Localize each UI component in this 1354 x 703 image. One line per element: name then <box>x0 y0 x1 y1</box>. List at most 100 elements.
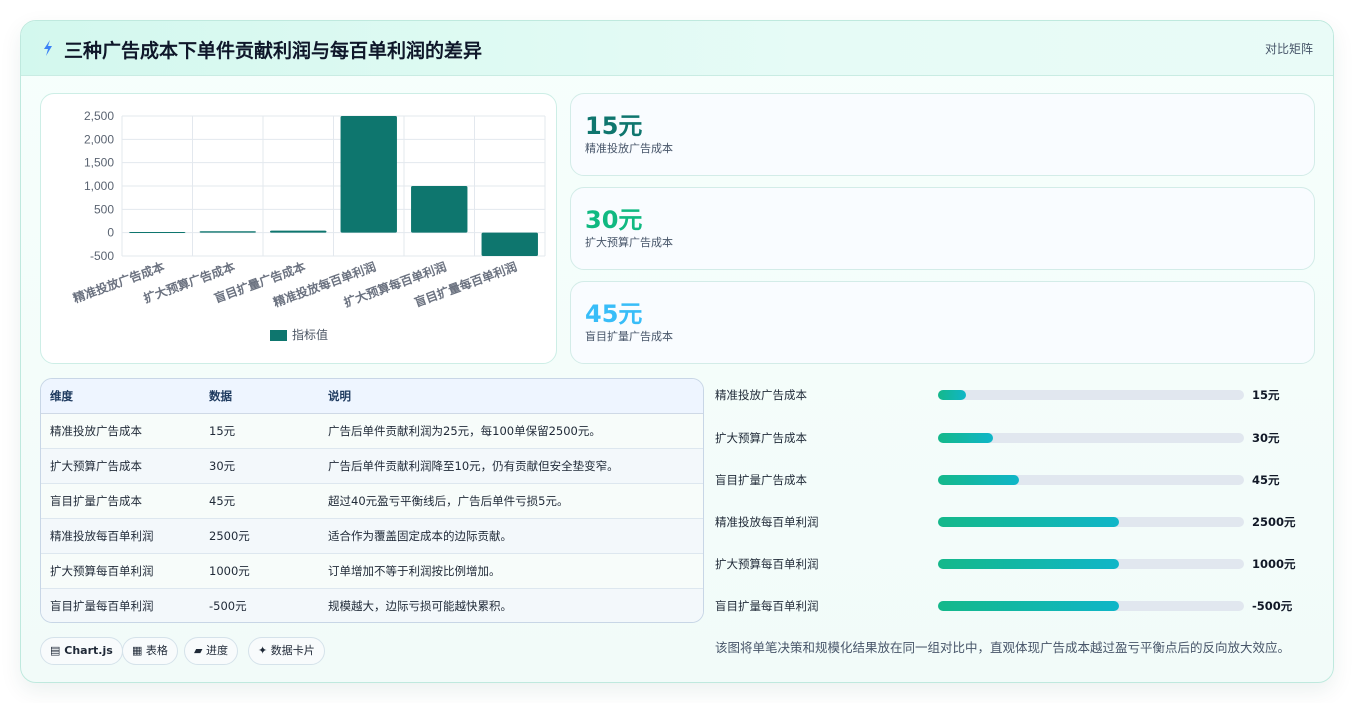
cell-note: 广告后单件贡献利润降至10元，仍有贡献但安全垫变窄。 <box>319 448 703 484</box>
progress-row: 盲目扩量每百单利润 -500元 <box>715 596 1315 616</box>
stat-value: 15元 <box>585 112 643 140</box>
table-icon: ▦ <box>132 644 143 657</box>
column-header: 维度 <box>41 379 200 414</box>
bar <box>129 231 186 233</box>
chip-label: 表格 <box>145 644 168 657</box>
progress-fill <box>938 433 994 443</box>
chip-table[interactable]: ▦ 表格 <box>122 637 178 665</box>
chip-label: 进度 <box>205 644 228 657</box>
chip-label: 数据卡片 <box>270 644 315 657</box>
cell-value: 30元 <box>200 448 319 484</box>
y-tick-label: 0 <box>107 226 114 240</box>
cell-dimension: 扩大预算每百单利润 <box>41 553 200 589</box>
progress-value: 1000元 <box>1252 557 1296 571</box>
progress-track <box>938 433 1244 443</box>
progress-fill <box>938 390 966 400</box>
y-tick-label: -500 <box>90 249 114 263</box>
chip-progress[interactable]: ▰ 进度 <box>184 637 238 665</box>
progress-row: 扩大预算每百单利润 1000元 <box>715 554 1315 574</box>
y-tick-label: 2,000 <box>84 132 114 146</box>
bar <box>411 186 468 233</box>
column-header: 说明 <box>319 379 703 414</box>
legend-swatch <box>270 330 287 341</box>
cell-dimension: 盲目扩量广告成本 <box>41 483 200 519</box>
progress-row: 盲目扩量广告成本 45元 <box>715 470 1315 490</box>
progress-track <box>938 559 1244 569</box>
cell-value: 2500元 <box>200 518 319 554</box>
progress-value: 15元 <box>1252 388 1280 402</box>
progress-track <box>938 390 1244 400</box>
cell-dimension: 盲目扩量每百单利润 <box>50 598 154 613</box>
column-header: 数据 <box>200 379 319 414</box>
data-table-panel: 维度 数据 说明 精准投放广告成本 15元 广告后单件贡献利润为25元，每100… <box>40 378 704 623</box>
cell-note: 订单增加不等于利润按比例增加。 <box>319 553 703 589</box>
dashboard-card: 三种广告成本下单件贡献利润与每百单利润的差异 对比矩阵 2,500 2,000 1,… <box>20 20 1334 683</box>
bar-chart: 2,5002,0001,5001,0005000-500精准投放广告成本扩大预算… <box>71 109 546 342</box>
progress-label: 精准投放每百单利润 <box>715 515 819 529</box>
cell-value: 45元 <box>200 483 319 519</box>
card-header: 三种广告成本下单件贡献利润与每百单利润的差异 对比矩阵 <box>21 21 1333 76</box>
y-tick-label: 1,000 <box>84 179 114 193</box>
cell-note: 超过40元盈亏平衡线后，广告后单件亏损5元。 <box>319 483 703 519</box>
cell-dimension: 精准投放每百单利润 <box>41 518 200 554</box>
progress-label: 盲目扩量每百单利润 <box>715 599 819 613</box>
y-tick-label: 2,500 <box>84 109 114 123</box>
progress-label: 扩大预算每百单利润 <box>715 557 819 571</box>
table-row: 精准投放每百单利润 2500元 适合作为覆盖固定成本的边际贡献。 <box>41 518 703 554</box>
bolt-icon <box>44 40 52 56</box>
progress-value: 30元 <box>1252 431 1280 445</box>
cell-dimension: 精准投放广告成本 <box>41 413 200 449</box>
progress-icon: ▰ <box>194 644 203 657</box>
progress-fill <box>938 601 1119 611</box>
bar <box>340 116 397 233</box>
y-tick-label: 500 <box>94 202 114 216</box>
bar <box>481 232 538 256</box>
stat-label: 盲目扩量广告成本 <box>585 330 673 343</box>
stat-value: 45元 <box>585 300 643 328</box>
legend-label: 指标值 <box>292 327 328 342</box>
progress-row: 精准投放广告成本 15元 <box>715 385 1315 405</box>
progress-value: 45元 <box>1252 473 1280 487</box>
page-title: 三种广告成本下单件贡献利润与每百单利润的差异 <box>64 40 483 62</box>
stat-label: 精准投放广告成本 <box>585 142 673 155</box>
progress-track <box>938 601 1244 611</box>
progress-track <box>938 517 1244 527</box>
chart-icon: ▤ <box>50 644 61 657</box>
stat-card-blind: 45元 盲目扩量广告成本 <box>570 281 1315 364</box>
stat-card-precise: 15元 精准投放广告成本 <box>570 93 1315 176</box>
cell-value: 1000元 <box>200 553 319 589</box>
progress-row: 精准投放每百单利润 2500元 <box>715 512 1315 532</box>
cell-note: 广告后单件贡献利润为25元，每100单保留2500元。 <box>319 413 703 449</box>
stat-label: 扩大预算广告成本 <box>585 236 673 249</box>
progress-value: -500元 <box>1252 599 1293 613</box>
bar-chart-panel: 2,500 2,000 1,500 1,000 500 0 -500 精准投放广告成本 扩大预算… <box>40 93 557 364</box>
progress-track <box>938 475 1244 485</box>
progress-fill <box>938 559 1119 569</box>
cell-value: 15元 <box>200 413 319 449</box>
chart-footnote: 该图将单笔决策和规模化结果放在同一组对比中，直观体现广告成本越过盈亏平衡点后的反… <box>715 640 1291 655</box>
cell-value: -500元 <box>209 598 247 613</box>
stat-value: 30元 <box>585 206 643 234</box>
table-row: 盲目扩量每百单利润 -500元 规模越大，边际亏损可能越快累积。 <box>41 588 703 622</box>
progress-label: 盲目扩量广告成本 <box>715 473 807 487</box>
table-row: 精准投放广告成本 15元 广告后单件贡献利润为25元，每100单保留2500元。 <box>41 413 703 449</box>
progress-label: 精准投放广告成本 <box>715 388 807 402</box>
sparkle-icon: ✦ <box>258 644 268 657</box>
progress-fill <box>938 475 1020 485</box>
table-header-row: 维度 数据 说明 <box>41 379 703 414</box>
stat-card-expand: 30元 扩大预算广告成本 <box>570 187 1315 270</box>
chip-data-card[interactable]: ✦ 数据卡片 <box>248 637 325 665</box>
table-row: 扩大预算每百单利润 1000元 订单增加不等于利润按比例增加。 <box>41 553 703 589</box>
y-tick-label: 1,500 <box>84 156 114 170</box>
table-row: 盲目扩量广告成本 45元 超过40元盈亏平衡线后，广告后单件亏损5元。 <box>41 483 703 519</box>
bar <box>199 231 256 233</box>
progress-label: 扩大预算广告成本 <box>715 431 807 445</box>
view-mode-label: 对比矩阵 <box>1264 42 1313 56</box>
progress-value: 2500元 <box>1252 515 1296 529</box>
data-table: 维度 数据 说明 精准投放广告成本 15元 广告后单件贡献利润为25元，每100… <box>41 379 703 622</box>
progress-fill <box>938 517 1119 527</box>
bar <box>270 230 327 233</box>
chip-chartjs[interactable]: ▤ Chart.js <box>40 637 123 665</box>
cell-dimension: 扩大预算广告成本 <box>41 448 200 484</box>
progress-row: 扩大预算广告成本 30元 <box>715 428 1315 448</box>
